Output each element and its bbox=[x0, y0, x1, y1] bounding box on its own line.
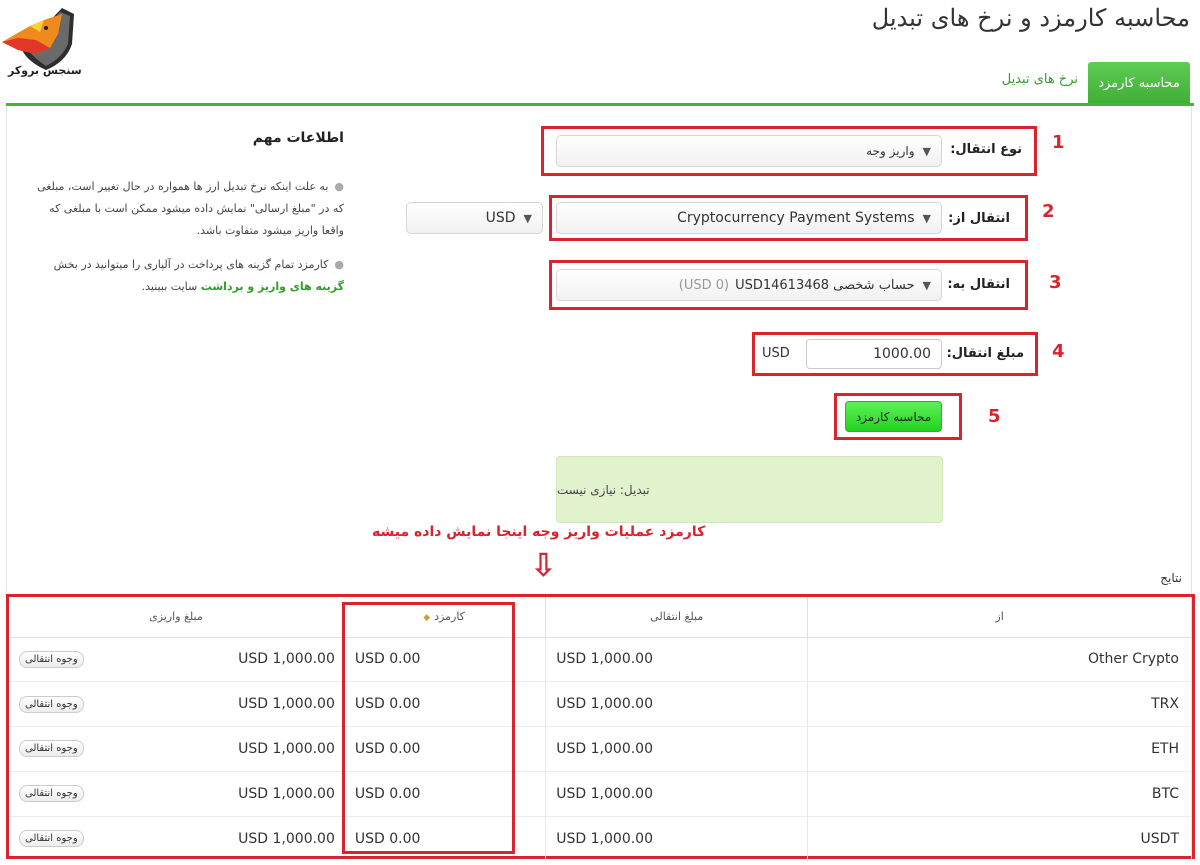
deposit-amount: USD 1,000.00 bbox=[238, 651, 335, 668]
results-label: نتایج bbox=[1160, 571, 1182, 585]
page-title: محاسبه کارمزد و نرخ های تبدیل bbox=[871, 4, 1190, 32]
transfer-type-select[interactable]: ▼ واریز وجه bbox=[556, 135, 942, 167]
from-source: ETH bbox=[807, 726, 1192, 772]
table-row: وجوه انتقالی USD 1,000.00 USD 0.00 USD 1,… bbox=[9, 726, 1192, 772]
bullet-icon: ● bbox=[334, 258, 344, 271]
amount-currency: USD bbox=[762, 346, 790, 361]
deposit-amount: USD 1,000.00 bbox=[238, 785, 335, 802]
transferred-funds-button[interactable]: وجوه انتقالی bbox=[19, 695, 84, 713]
info-title: اطلاعات مهم bbox=[252, 130, 344, 146]
transferred-funds-button[interactable]: وجوه انتقالی bbox=[19, 650, 84, 668]
dropdown-arrow-icon: ▼ bbox=[523, 211, 532, 225]
transferred-funds-button[interactable]: وجوه انتقالی bbox=[19, 740, 84, 758]
tab-exchange-rates[interactable]: نرخ های تبدیل bbox=[1002, 72, 1078, 87]
transfer-amount: USD 1,000.00 bbox=[545, 636, 809, 682]
transfer-amount: USD 1,000.00 bbox=[545, 770, 809, 816]
annotation-number-3: 3 bbox=[1049, 272, 1062, 293]
header-deposit-amount: مبلغ واریزی bbox=[9, 597, 343, 638]
bullet-icon: ● bbox=[334, 180, 344, 193]
annotation-number-5: 5 bbox=[988, 406, 1001, 427]
table-row: وجوه انتقالی USD 1,000.00 USD 0.00 USD 1,… bbox=[9, 770, 1192, 816]
transfer-from-select[interactable]: ▼ Cryptocurrency Payment Systems bbox=[556, 202, 942, 234]
deposit-amount: USD 1,000.00 bbox=[238, 740, 335, 757]
results-table: مبلغ واریزی ◆ کارمزد مبلغ انتقالی از وجوه… bbox=[6, 594, 1195, 861]
header-transfer-amount: مبلغ انتقالی bbox=[545, 597, 809, 638]
dropdown-arrow-icon: ▼ bbox=[922, 144, 931, 158]
header-from: از bbox=[807, 597, 1192, 638]
annotation-number-2: 2 bbox=[1042, 201, 1055, 222]
dropdown-arrow-icon: ▼ bbox=[922, 211, 931, 225]
calculate-fee-button[interactable]: محاسبه کارمزد bbox=[845, 401, 942, 432]
table-row: وجوه انتقالی USD 1,000.00 USD 0.00 USD 1,… bbox=[9, 636, 1192, 682]
amount-input[interactable]: 1000.00 bbox=[806, 339, 942, 369]
from-source: Other Crypto bbox=[807, 636, 1192, 682]
logo-text: سنجس بروکر bbox=[8, 64, 82, 77]
fee-column-highlight bbox=[342, 602, 515, 854]
transfer-to-select[interactable]: ▼ حساب شخصی USD14613468 (USD 0) bbox=[556, 269, 942, 301]
from-source: BTC bbox=[807, 770, 1192, 816]
transfer-from-label: انتقال از: bbox=[948, 211, 1010, 226]
dropdown-arrow-icon: ▼ bbox=[922, 278, 931, 292]
conversion-result-box: تبدیل: نیازی نیست bbox=[556, 456, 943, 523]
from-source: TRX bbox=[807, 681, 1192, 727]
transferred-funds-button[interactable]: وجوه انتقالی bbox=[19, 830, 84, 848]
deposit-amount: USD 1,000.00 bbox=[238, 696, 335, 713]
transferred-funds-button[interactable]: وجوه انتقالی bbox=[19, 785, 84, 803]
info-paragraph-1: ●به علت اینکه نرخ تبدیل ارز ها همواره در… bbox=[37, 180, 344, 237]
info-paragraph-2: ●کارمزد تمام گزینه های پرداخت در آلپاری … bbox=[53, 258, 344, 293]
transfer-amount: USD 1,000.00 bbox=[545, 815, 809, 861]
transfer-type-label: نوع انتقال: bbox=[950, 142, 1022, 157]
transfer-amount: USD 1,000.00 bbox=[545, 681, 809, 727]
table-row: وجوه انتقالی USD 1,000.00 USD 0.00 USD 1,… bbox=[9, 681, 1192, 727]
amount-label: مبلغ انتقال: bbox=[946, 346, 1024, 361]
down-arrow-icon: ⇩ bbox=[530, 546, 557, 584]
currency-select[interactable]: ▼ USD bbox=[406, 202, 543, 234]
annotation-note: کارمزد عملیات واریز وجه اینجا نمایش داده… bbox=[372, 524, 706, 540]
transfer-amount: USD 1,000.00 bbox=[545, 726, 809, 772]
table-row: وجوه انتقالی USD 1,000.00 USD 0.00 USD 1,… bbox=[9, 815, 1192, 861]
annotation-number-1: 1 bbox=[1052, 132, 1065, 153]
deposit-amount: USD 1,000.00 bbox=[238, 830, 335, 847]
annotation-number-4: 4 bbox=[1052, 341, 1065, 362]
transfer-to-label: انتقال به: bbox=[947, 277, 1010, 292]
deposit-withdraw-link[interactable]: گزینه های واریز و برداشت bbox=[201, 280, 344, 293]
from-source: USDT bbox=[807, 815, 1192, 861]
tab-fee-calculation[interactable]: محاسبه کارمزد bbox=[1088, 62, 1190, 104]
